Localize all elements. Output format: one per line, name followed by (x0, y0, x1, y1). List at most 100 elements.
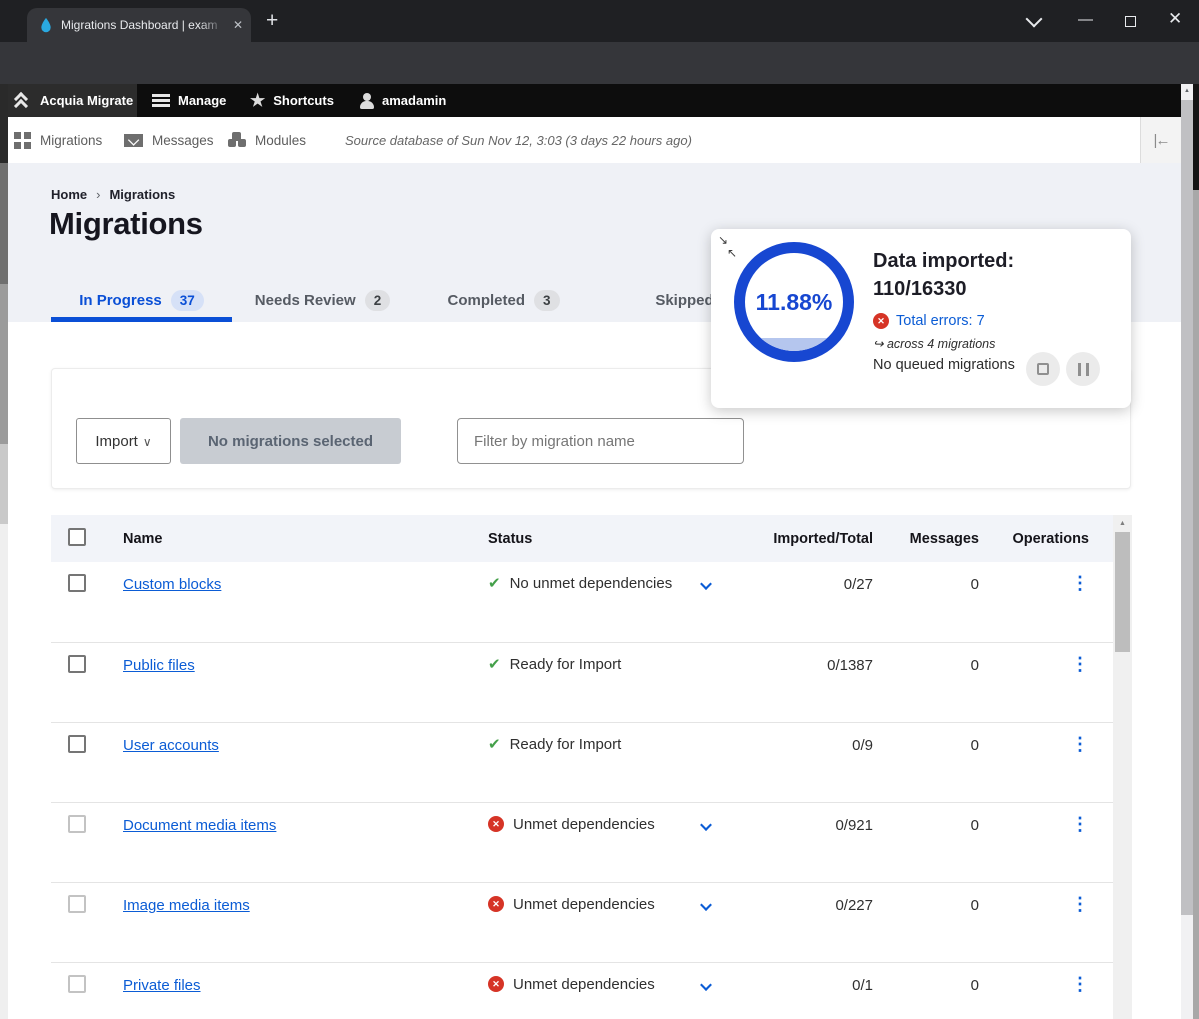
operations-menu-icon[interactable]: ⋮ (1071, 734, 1089, 754)
shortcuts-star-icon: ★ (250, 91, 265, 111)
imported-total-cell: 0/1387 (773, 643, 873, 674)
right-window-edge (1193, 84, 1199, 1019)
table-row: Custom blocks ✔No unmet dependencies 0/2… (51, 562, 1131, 642)
operations-menu-icon[interactable]: ⋮ (1071, 814, 1089, 834)
toolbar-item-user[interactable]: amadamin (360, 84, 446, 117)
col-header-name: Name (123, 531, 488, 547)
resize-nw-icon[interactable]: ↖ (727, 246, 737, 260)
total-errors-link[interactable]: ✕ Total errors: 7 (873, 313, 985, 329)
imported-total-cell: 0/1 (773, 963, 873, 994)
scroll-up-icon[interactable]: ▲ (1181, 84, 1193, 98)
messages-cell: 0 (873, 643, 979, 674)
hook-arrow-icon: ↪ (873, 337, 883, 351)
chevron-down-icon: ∨ (143, 435, 152, 449)
collapse-arrow-icon: |← (1154, 132, 1169, 149)
progress-ring: 11.88% (734, 242, 854, 362)
status-expand-chevron-icon[interactable] (700, 979, 713, 988)
row-checkbox[interactable] (68, 574, 86, 592)
page-scrollbar-thumb[interactable] (1181, 100, 1193, 915)
messages-cell: 0 (873, 883, 979, 914)
migration-name-link[interactable]: Document media items (123, 817, 276, 834)
check-icon: ✔ (488, 656, 501, 674)
select-all-checkbox[interactable] (68, 528, 86, 546)
migration-name-link[interactable]: Private files (123, 977, 201, 994)
operations-menu-icon[interactable]: ⋮ (1071, 654, 1089, 674)
new-tab-button[interactable]: + (266, 9, 278, 33)
tab-count-badge: 2 (365, 290, 391, 311)
left-window-edge (0, 84, 8, 1019)
browser-tabstrip: Migrations Dashboard | example ✕ + — ✕ (0, 0, 1199, 42)
status-expand-chevron-icon[interactable] (700, 819, 713, 828)
table-scrollbar[interactable]: ▲ (1113, 515, 1132, 1019)
window-close-button[interactable]: ✕ (1168, 9, 1182, 29)
browser-tab[interactable]: Migrations Dashboard | example ✕ (27, 8, 251, 42)
maximize-button[interactable] (1125, 16, 1136, 27)
migration-name-link[interactable]: Public files (123, 657, 195, 674)
page-scrollbar[interactable]: ▲ (1181, 84, 1193, 1019)
tab-completed[interactable]: Completed 3 (413, 279, 594, 322)
breadcrumb-separator: › (96, 187, 100, 202)
migration-tabs: In Progress 37 Needs Review 2 Completed … (51, 279, 775, 322)
toolbar-item-acquia-migrate[interactable]: Acquia Migrate (14, 84, 133, 117)
row-checkbox (68, 815, 86, 833)
col-header-imported-total: Imported/Total (773, 531, 873, 547)
check-icon: ✔ (488, 575, 501, 593)
pause-button[interactable] (1066, 352, 1100, 386)
migration-name-link[interactable]: Custom blocks (123, 576, 221, 593)
across-migrations-note: ↪ across 4 migrations (873, 336, 995, 351)
row-checkbox[interactable] (68, 735, 86, 753)
operations-menu-icon[interactable]: ⋮ (1071, 894, 1089, 914)
migrations-table: Name Status Imported/Total Messages Oper… (51, 515, 1131, 1019)
tab-needs-review[interactable]: Needs Review 2 (232, 279, 413, 322)
migration-name-link[interactable]: User accounts (123, 737, 219, 754)
hamburger-icon (152, 94, 170, 107)
operations-menu-icon[interactable]: ⋮ (1071, 573, 1089, 593)
error-icon: ✕ (488, 896, 504, 912)
error-icon: ✕ (873, 313, 889, 329)
toolbar-item-shortcuts[interactable]: ★ Shortcuts (250, 84, 334, 117)
browser-window: Migrations Dashboard | example ✕ + — ✕ ←… (0, 0, 1199, 1019)
status-expand-chevron-icon[interactable] (700, 578, 713, 587)
minimize-button[interactable]: — (1078, 11, 1093, 28)
breadcrumb-current: Migrations (109, 187, 175, 202)
tab-in-progress[interactable]: In Progress 37 (51, 279, 232, 322)
toolbar-item-manage[interactable]: Manage (152, 84, 226, 117)
table-row: User accounts ✔Ready for Import 0/9 0 ⋮ (51, 722, 1131, 802)
queue-status: No queued migrations (873, 357, 1015, 373)
acquia-chevrons-icon (14, 93, 32, 109)
tab-search-chevron-icon[interactable] (1026, 11, 1043, 28)
messages-cell: 0 (873, 562, 979, 593)
breadcrumb-home-link[interactable]: Home (51, 187, 87, 202)
nav-item-modules[interactable]: Modules (228, 117, 306, 163)
messages-envelope-icon (124, 134, 143, 147)
import-dropdown-button[interactable]: Import ∨ (76, 418, 171, 464)
row-checkbox (68, 975, 86, 993)
breadcrumb: Home › Migrations (51, 187, 175, 202)
migration-name-link[interactable]: Image media items (123, 897, 250, 914)
migration-filter-input[interactable] (457, 418, 744, 464)
status-expand-chevron-icon[interactable] (700, 899, 713, 908)
tab-count-badge: 3 (534, 290, 560, 311)
tab-title-fade (199, 18, 225, 40)
nav-item-migrations[interactable]: Migrations (14, 117, 102, 163)
tab-count-badge: 37 (171, 290, 204, 311)
row-checkbox[interactable] (68, 655, 86, 673)
operations-menu-icon[interactable]: ⋮ (1071, 974, 1089, 994)
toolbar-collapse-button[interactable]: |← (1140, 117, 1181, 163)
secondary-toolbar: Migrations Messages Modules Source datab… (0, 117, 1181, 163)
tab-title: Migrations Dashboard | example (61, 18, 217, 32)
table-row: Image media items ✕Unmet dependencies 0/… (51, 882, 1131, 962)
table-row: Document media items ✕Unmet dependencies… (51, 802, 1131, 882)
imported-total-cell: 0/27 (773, 562, 873, 593)
messages-cell: 0 (873, 963, 979, 994)
stop-button[interactable] (1026, 352, 1060, 386)
scroll-up-icon[interactable]: ▲ (1113, 515, 1132, 531)
table-scrollbar-thumb[interactable] (1115, 532, 1130, 652)
tab-close-icon[interactable]: ✕ (233, 18, 243, 32)
table-row: Private files ✕Unmet dependencies 0/1 0 … (51, 962, 1131, 1019)
pause-icon (1078, 363, 1089, 376)
nav-item-messages[interactable]: Messages (124, 117, 214, 163)
error-icon: ✕ (488, 976, 504, 992)
resize-se-icon[interactable]: ↘ (718, 233, 728, 247)
no-migrations-selected-button[interactable]: No migrations selected (180, 418, 401, 464)
